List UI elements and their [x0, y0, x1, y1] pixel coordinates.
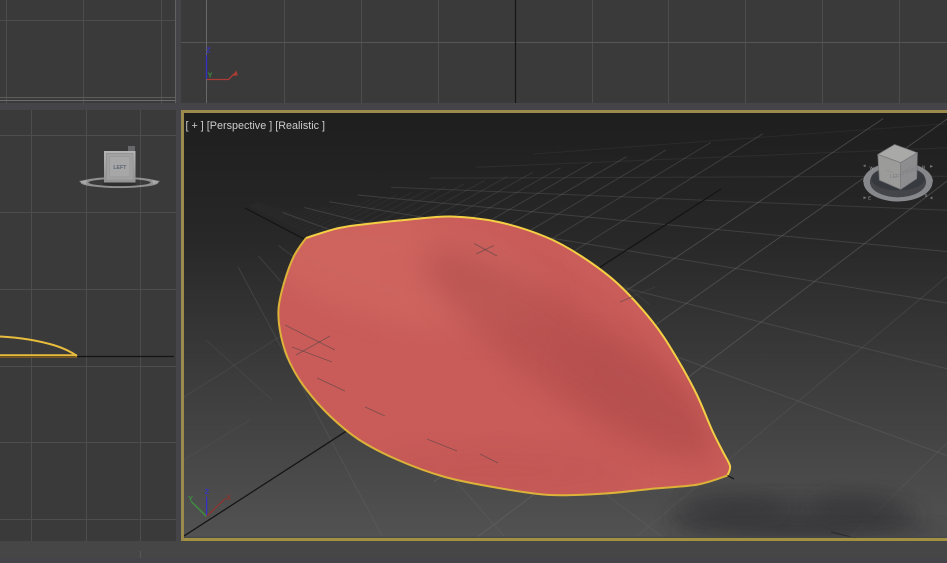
- svg-text:E: E: [868, 196, 871, 201]
- svg-text:Z: Z: [205, 487, 210, 496]
- svg-text:N: N: [922, 165, 925, 170]
- svg-text:X: X: [226, 493, 231, 502]
- svg-text:LEFT: LEFT: [890, 174, 902, 180]
- svg-text:S: S: [925, 193, 928, 198]
- svg-text:Z: Z: [206, 46, 211, 55]
- svg-text:[ + ] [Perspective ] [Realisti: [ + ] [Perspective ] [Realistic ]: [186, 120, 326, 132]
- svg-text:Y: Y: [188, 494, 193, 503]
- svg-text:Y: Y: [208, 71, 213, 80]
- svg-text:LEFT: LEFT: [113, 165, 127, 171]
